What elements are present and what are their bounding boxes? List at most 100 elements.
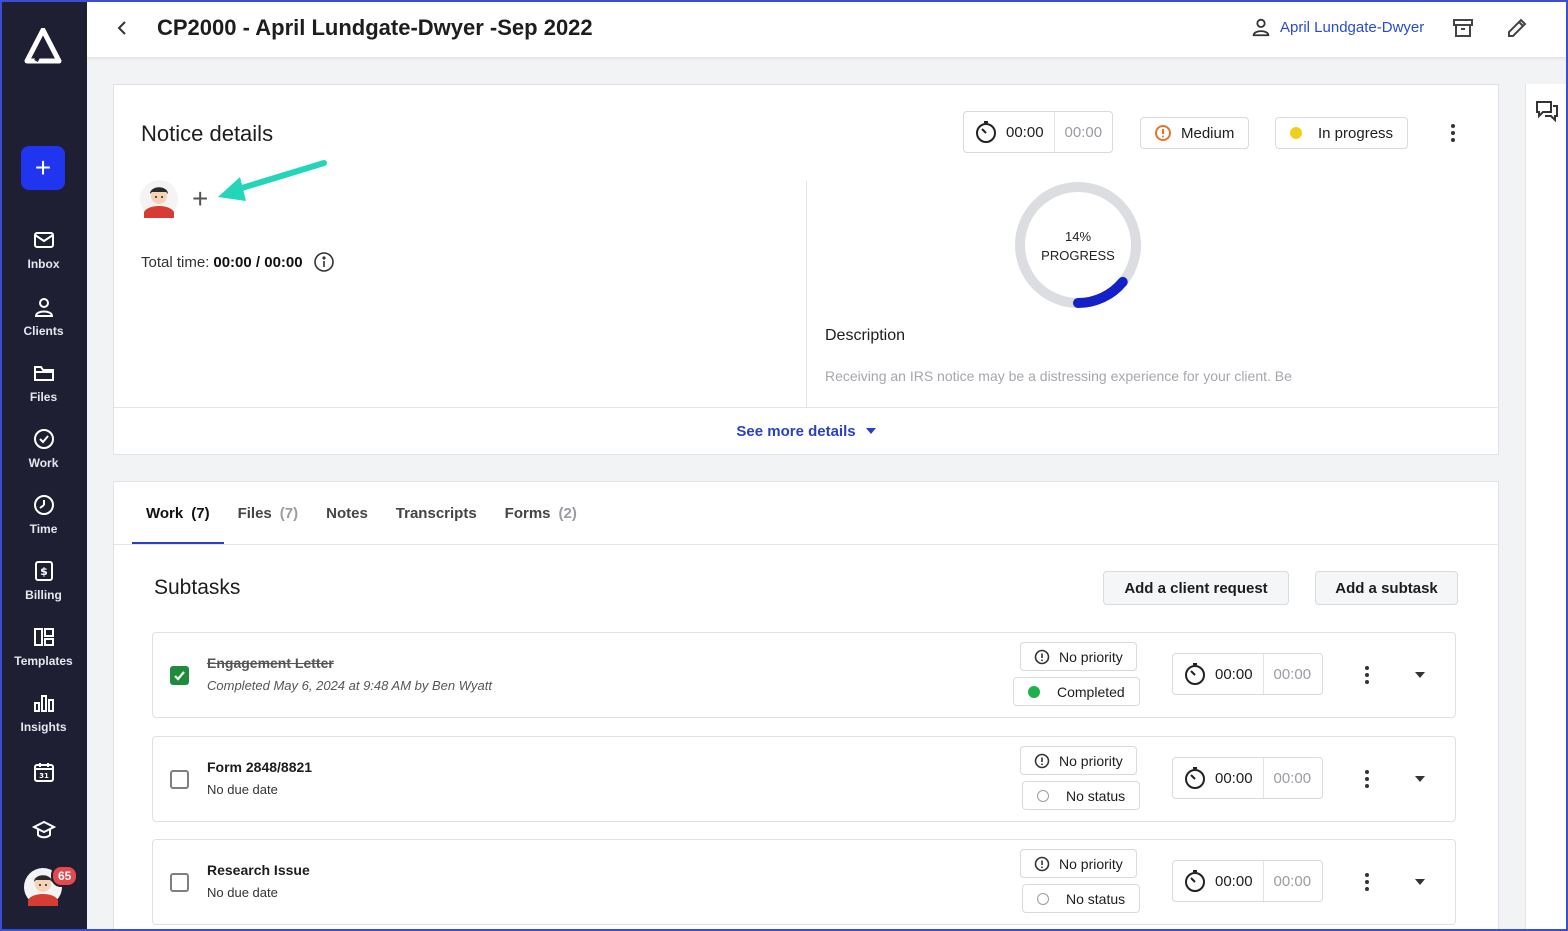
sidebar-item-label: Work <box>28 456 59 470</box>
tab-forms[interactable]: Forms (2) <box>491 482 591 544</box>
subtask-status[interactable]: Completed <box>1013 677 1140 706</box>
more-options-icon[interactable] <box>1357 663 1377 687</box>
work-card: Work (7) Files (7) Notes Transcripts Forms… <box>113 481 1499 931</box>
archive-icon[interactable] <box>1451 16 1475 40</box>
stopwatch-icon[interactable] <box>974 120 998 144</box>
expand-caret-icon[interactable] <box>1415 672 1425 678</box>
stopwatch-icon[interactable] <box>1183 662 1207 686</box>
sidebar-item-insights[interactable]: Insights <box>0 691 87 734</box>
sidebar-item-label: Billing <box>25 588 62 602</box>
priority-label: No priority <box>1059 855 1123 872</box>
edit-pencil-icon[interactable] <box>1505 16 1529 40</box>
priority-selector[interactable]: Medium <box>1140 117 1250 149</box>
client-name[interactable]: April Lundgate-Dwyer <box>1280 19 1424 36</box>
timer-tracked: 00:00 <box>1215 769 1253 787</box>
add-subtask-button[interactable]: Add a subtask <box>1315 571 1458 605</box>
subtask-row[interactable]: Engagement Letter Completed May 6, 2024 … <box>152 632 1456 718</box>
timer-tracked: 00:00 <box>1215 665 1253 683</box>
app-logo-icon[interactable] <box>24 28 62 64</box>
subtask-timer[interactable]: 00:00 00:00 <box>1172 860 1323 902</box>
sidebar-item-clients[interactable]: Clients <box>0 295 87 338</box>
more-options-icon[interactable] <box>1357 870 1377 894</box>
sidebar-item-billing[interactable]: $ Billing <box>0 559 87 602</box>
tab-files[interactable]: Files (7) <box>224 482 313 544</box>
notice-timer[interactable]: 00:00 00:00 <box>963 111 1113 153</box>
timer-tracked: 00:00 <box>1215 872 1253 890</box>
new-item-button[interactable]: + <box>21 146 65 190</box>
tab-transcripts[interactable]: Transcripts <box>382 482 491 544</box>
add-client-request-button[interactable]: Add a client request <box>1103 571 1289 605</box>
svg-text:$: $ <box>40 565 48 578</box>
timer-estimate[interactable]: 00:00 <box>1274 666 1312 683</box>
comments-icon[interactable] <box>1534 98 1560 124</box>
stopwatch-icon[interactable] <box>1183 869 1207 893</box>
subtask-timer[interactable]: 00:00 00:00 <box>1172 757 1323 799</box>
subtask-priority[interactable]: No priority <box>1020 642 1137 671</box>
priority-medium-icon <box>1155 125 1171 141</box>
user-avatar[interactable]: 65 <box>24 865 79 906</box>
more-options-icon[interactable] <box>1357 767 1377 791</box>
tab-count: (7) <box>191 504 210 522</box>
timer-estimate[interactable]: 00:00 <box>1274 873 1312 890</box>
see-more-details-button[interactable]: See more details <box>736 423 876 440</box>
subtask-subtitle: Completed May 6, 2024 at 9:48 AM by Ben … <box>207 678 492 693</box>
svg-text:31: 31 <box>39 772 49 780</box>
expand-caret-icon[interactable] <box>1415 776 1425 782</box>
sidebar-item-templates[interactable]: Templates <box>0 625 87 668</box>
subtask-timer[interactable]: 00:00 00:00 <box>1172 653 1323 695</box>
stopwatch-icon[interactable] <box>1183 766 1207 790</box>
subtask-status[interactable]: No status <box>1022 884 1141 913</box>
sidebar-item-label: Clients <box>23 324 64 338</box>
sidebar-item-work[interactable]: Work <box>0 427 87 470</box>
timer-estimate[interactable]: 00:00 <box>1274 770 1312 787</box>
notification-badge[interactable]: 65 <box>51 865 79 887</box>
subtasks-heading: Subtasks <box>154 576 241 599</box>
expand-caret-icon[interactable] <box>1415 879 1425 885</box>
subtask-row[interactable]: Form 2848/8821 No due date No priority N… <box>152 736 1456 822</box>
sidebar-item-inbox[interactable]: Inbox <box>0 228 87 271</box>
tab-work[interactable]: Work (7) <box>132 482 224 545</box>
subtask-status[interactable]: No status <box>1022 781 1141 810</box>
subtask-checkbox[interactable] <box>170 666 189 685</box>
sidebar-item-label: Templates <box>14 654 73 668</box>
insights-icon <box>33 695 54 712</box>
sidebar-item-time[interactable]: Time <box>0 493 87 536</box>
subtask-row[interactable]: Research Issue No due date No priority N… <box>152 839 1456 925</box>
billing-icon: $ <box>34 561 53 581</box>
add-assignee-button[interactable]: + <box>192 185 208 213</box>
caret-down-icon <box>865 428 876 434</box>
priority-label: No priority <box>1059 752 1123 769</box>
mail-icon <box>33 232 54 248</box>
empty-status-icon <box>1037 789 1049 802</box>
status-selector[interactable]: In progress <box>1275 117 1409 149</box>
sidebar-item-calendar[interactable]: 31 <box>0 760 87 784</box>
subtask-title[interactable]: Research Issue <box>207 862 310 878</box>
sidebar-item-label: Inbox <box>27 257 60 271</box>
sidebar-item-learning[interactable] <box>0 818 87 842</box>
sidebar-item-files[interactable]: Files <box>0 361 87 404</box>
back-arrow-icon[interactable] <box>113 18 131 38</box>
client-link[interactable]: April Lundgate-Dwyer <box>1250 16 1424 38</box>
status-dot-icon <box>1290 127 1302 139</box>
timer-estimate[interactable]: 00:00 <box>1065 124 1103 141</box>
description-heading: Description <box>825 327 906 344</box>
tab-notes[interactable]: Notes <box>312 482 382 544</box>
subtask-checkbox[interactable] <box>170 770 189 789</box>
more-options-icon[interactable] <box>1443 121 1463 145</box>
subtask-priority[interactable]: No priority <box>1020 746 1137 775</box>
sidebar-item-label: Insights <box>20 720 67 734</box>
subtask-priority[interactable]: No priority <box>1020 849 1137 878</box>
progress-label: PROGRESS <box>1041 248 1115 263</box>
timer-tracked: 00:00 <box>1006 123 1044 141</box>
annotation-arrow-icon <box>218 160 327 201</box>
subtask-checkbox[interactable] <box>170 873 189 892</box>
assignee-avatar[interactable] <box>140 180 178 218</box>
see-more-bar: See more details <box>114 407 1498 454</box>
subtask-title[interactable]: Form 2848/8821 <box>207 759 312 775</box>
no-priority-icon <box>1034 649 1050 664</box>
total-time-label: Total time: <box>141 253 210 271</box>
subtask-subtitle: No due date <box>207 782 278 797</box>
folder-icon <box>33 366 54 381</box>
subtask-title[interactable]: Engagement Letter <box>207 655 334 671</box>
info-icon[interactable] <box>313 251 335 273</box>
